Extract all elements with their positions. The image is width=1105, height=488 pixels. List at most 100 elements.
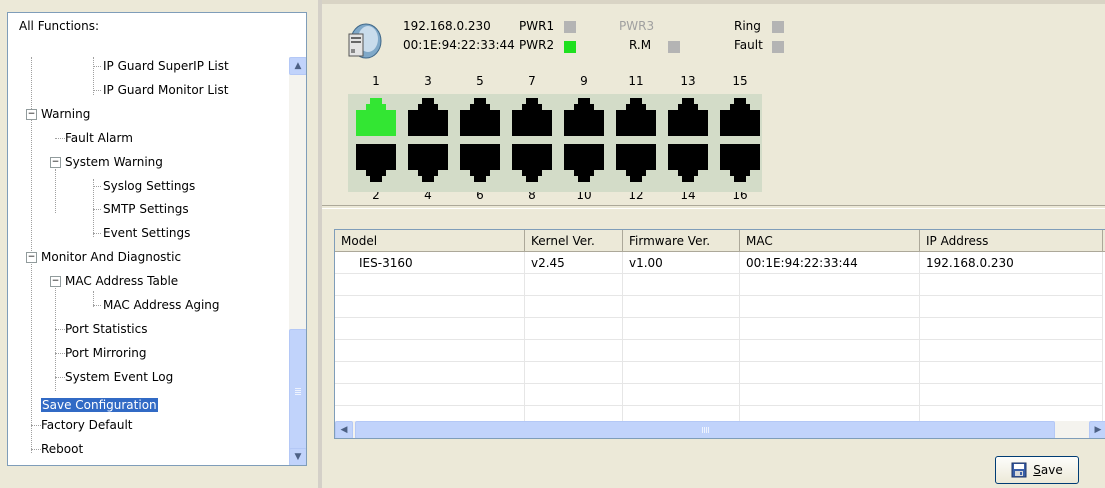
port-11[interactable] [614,96,658,138]
scroll-thumb[interactable] [289,329,306,457]
tree-item-syslog-settings[interactable]: Syslog Settings [103,177,195,195]
port-12[interactable] [614,142,658,184]
table-empty-cell [623,384,740,406]
table-empty-cell [525,340,623,362]
scroll-down-icon[interactable]: ▼ [289,448,306,465]
tree-line [31,449,41,450]
tree-item-port-statistics[interactable]: Port Statistics [65,320,147,338]
tree-item-system-event-log[interactable]: System Event Log [65,368,173,386]
table-header-ip-address[interactable]: IP Address [920,230,1103,252]
fault-label: Fault [734,38,763,52]
scroll-left-icon[interactable]: ◀ [335,421,353,438]
tree-item-label: Warning [41,107,91,121]
table-empty-cell [335,384,525,406]
port-5[interactable] [458,96,502,138]
tree-item-factory-default[interactable]: Factory Default [41,416,133,434]
device-table[interactable]: Model Kernel Ver. Firmware Ver. MAC IP Addre… [334,229,1105,439]
tree-item-mac-address-table[interactable]: MAC Address Table [65,272,178,290]
table-cell[interactable]: v2.45 [525,252,623,274]
port-2[interactable] [354,142,398,184]
collapse-icon[interactable]: − [26,252,37,263]
port-3[interactable] [406,96,450,138]
port-9[interactable] [562,96,606,138]
tree-item-save-configuration[interactable]: Save Configuration [41,396,158,414]
port-4[interactable] [406,142,450,184]
table-cell[interactable]: 00:1E:94:22:33:44 [740,252,920,274]
tree-item-label: Monitor And Diagnostic [41,250,182,264]
port-number-5: 5 [476,74,484,88]
function-tree[interactable]: All Functions: IP Guard SuperIP List IP … [7,12,307,466]
table-empty-cell [623,340,740,362]
tree-item-warning[interactable]: Warning [41,105,90,123]
port-7[interactable] [510,96,554,138]
ring-label: Ring [734,19,761,33]
tree-item-label: Event Settings [103,226,191,240]
tree-item-label: Fault Alarm [65,131,133,145]
port-6[interactable] [458,142,502,184]
tree-item-label: Save Configuration [41,398,158,412]
table-header-mac[interactable]: MAC [740,230,920,252]
port-number-1: 1 [372,74,380,88]
tree-line [93,90,101,91]
table-empty-cell [740,296,920,318]
tree-line [55,281,56,391]
table-empty-cell [623,362,740,384]
table-empty-cell [525,296,623,318]
device-status-area: 192.168.0.230 00:1E:94:22:33:44 PWR1 PWR… [322,6,1105,206]
port-15[interactable] [718,96,762,138]
scroll-right-icon[interactable]: ▶ [1089,421,1105,438]
table-empty-cell [740,274,920,296]
table-empty-cell [335,296,525,318]
tree-item-reboot[interactable]: Reboot [41,440,83,458]
table-horizontal-scrollbar[interactable]: ◀ ▶ [335,421,1105,438]
port-8[interactable] [510,142,554,184]
tree-item-event-settings[interactable]: Event Settings [103,224,190,242]
tree-line [93,66,101,67]
table-cell[interactable]: v1.00 [623,252,740,274]
table-empty-cell [740,384,920,406]
section-divider [322,205,1105,209]
port-10[interactable] [562,142,606,184]
port-13[interactable] [666,96,710,138]
scroll-thumb[interactable] [355,421,1055,438]
scroll-up-icon[interactable]: ▲ [289,57,306,75]
tree-item-fault-alarm[interactable]: Fault Alarm [65,129,133,147]
pwr2-led [564,41,576,53]
table-empty-cell [740,362,920,384]
pwr2-label: PWR2 [519,38,555,52]
collapse-icon[interactable]: − [50,157,61,168]
tree-item-label: IP Guard Monitor List [103,83,229,97]
pwr3-label: PWR3 [619,19,655,33]
port-16[interactable] [718,142,762,184]
table-cell[interactable]: IES-3160 [335,252,525,274]
port-number-7: 7 [528,74,536,88]
tree-item-mac-address-aging[interactable]: MAC Address Aging [103,296,220,314]
save-button[interactable]: Save [995,456,1079,484]
collapse-icon[interactable]: − [50,276,61,287]
port-14[interactable] [666,142,710,184]
pwr1-led [564,21,576,33]
table-empty-cell [335,362,525,384]
collapse-icon[interactable]: − [26,109,37,120]
table-header-kernel-ver[interactable]: Kernel Ver. [525,230,623,252]
tree-vertical-scrollbar[interactable]: ▲ ▼ [289,57,306,465]
tree-item-ip-guard-superip-list[interactable]: IP Guard SuperIP List [103,57,229,75]
tree-item-port-mirroring[interactable]: Port Mirroring [65,344,147,362]
table-empty-cell [525,384,623,406]
port-1[interactable] [354,96,398,138]
table-header-model[interactable]: Model [335,230,525,252]
table-cell[interactable]: 192.168.0.230 [920,252,1103,274]
table-empty-cell [623,318,740,340]
fault-led [772,41,784,53]
table-empty-cell [920,384,1103,406]
table-header-firmware-ver[interactable]: Firmware Ver. [623,230,740,252]
rm-label: R.M [629,38,652,52]
tree-item-smtp-settings[interactable]: SMTP Settings [103,200,189,218]
table-empty-cell [623,296,740,318]
tree-item-label: Factory Default [41,418,133,432]
tree-item-system-warning[interactable]: System Warning [65,153,163,171]
table-empty-cell [920,318,1103,340]
tree-item-monitor-and-diagnostic[interactable]: Monitor And Diagnostic [41,248,181,266]
table-empty-cell [920,274,1103,296]
tree-item-ip-guard-monitor-list[interactable]: IP Guard Monitor List [103,81,228,99]
